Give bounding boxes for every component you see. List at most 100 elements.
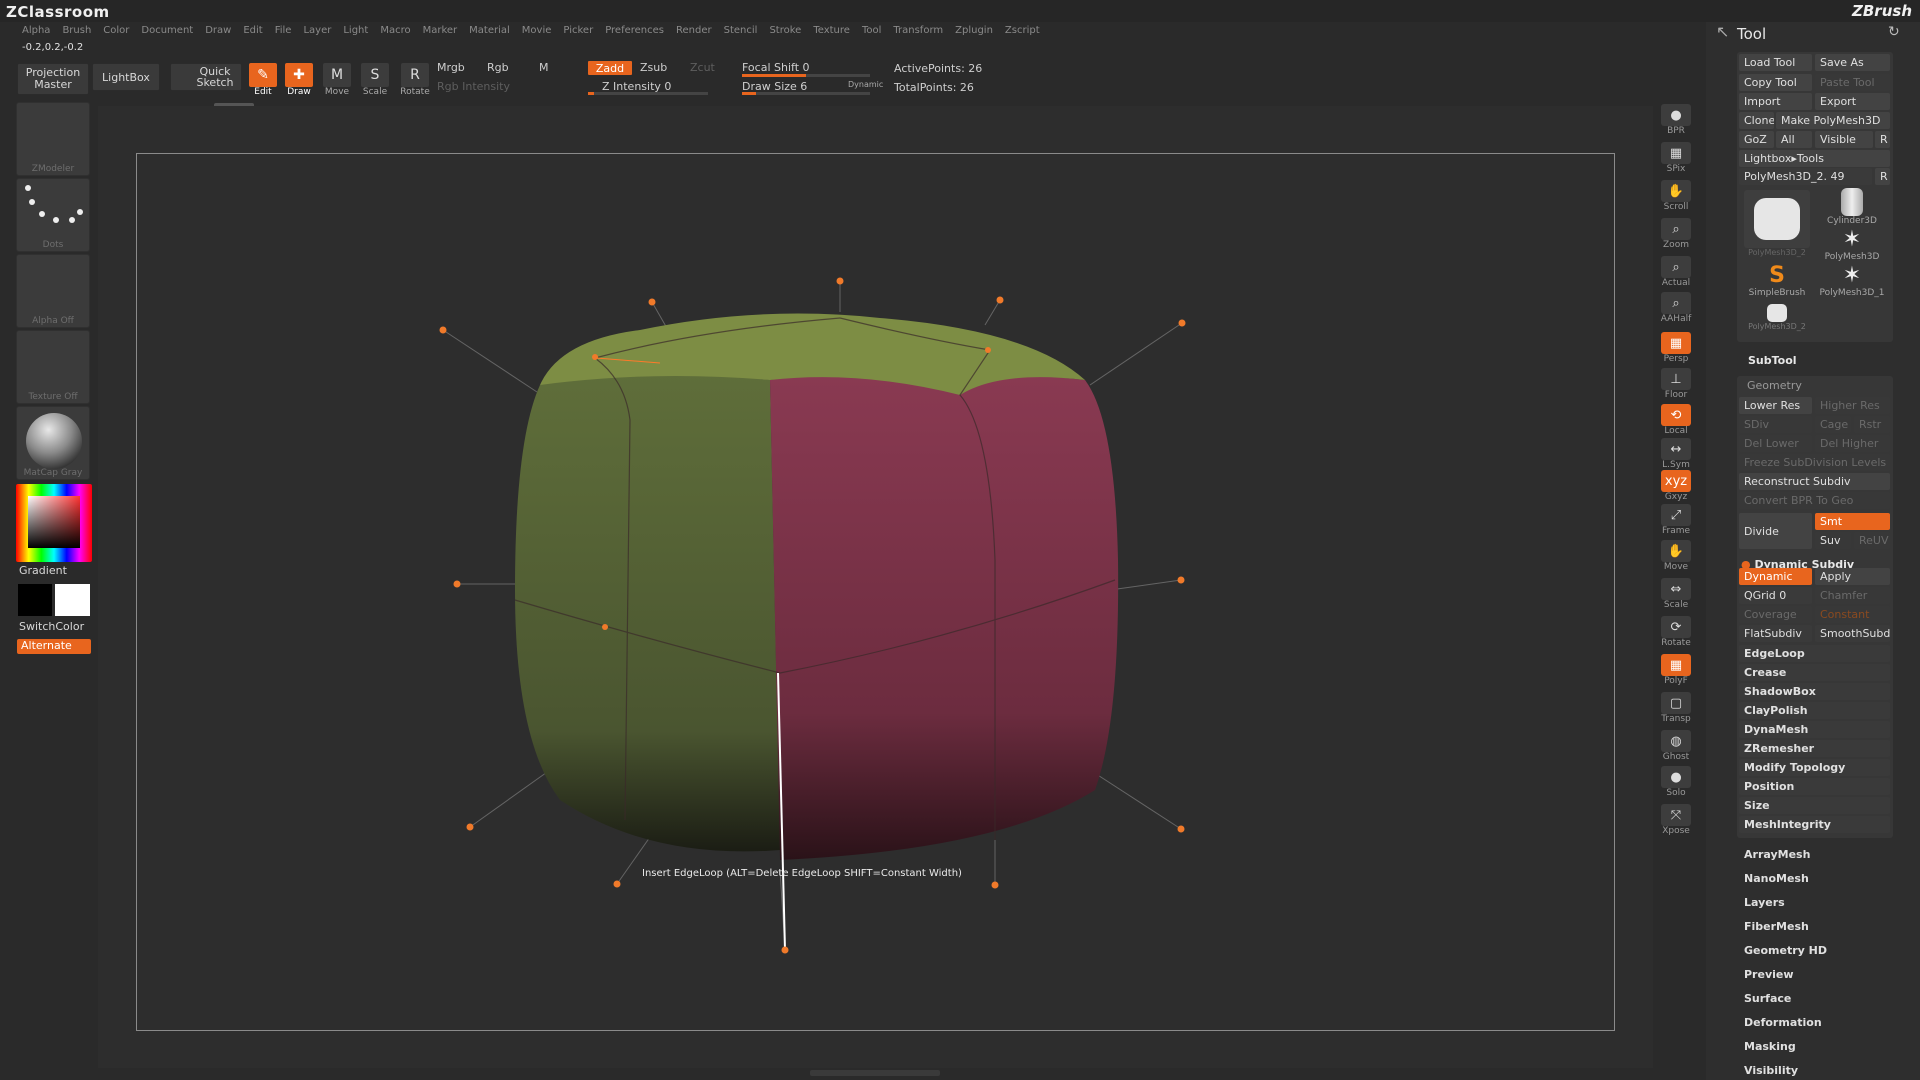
shelf-label: Zoom xyxy=(1663,240,1689,250)
tool-layers-menu[interactable]: Layers xyxy=(1744,896,1785,909)
bottom-tray-handle[interactable] xyxy=(810,1070,940,1076)
shelf-label: PolyF xyxy=(1664,676,1688,686)
rstr-button[interactable]: Rstr xyxy=(1854,416,1890,433)
tool-surface-menu[interactable]: Surface xyxy=(1744,992,1791,1005)
clone-button[interactable]: Clone xyxy=(1739,112,1774,129)
shelf-rotate-button[interactable]: ⟳ Rotate xyxy=(1658,616,1694,650)
geometry-dynamesh-menu[interactable]: DynaMesh xyxy=(1739,721,1890,738)
geometry-meshintegrity-menu[interactable]: MeshIntegrity xyxy=(1739,816,1890,833)
shelf-floor-button[interactable]: ⊥ Floor xyxy=(1658,368,1694,402)
shelf-ghost-button[interactable]: ◍ Ghost xyxy=(1658,730,1694,764)
del-lower-button[interactable]: Del Lower xyxy=(1739,435,1812,452)
apply-button[interactable]: Apply xyxy=(1815,568,1890,585)
shelf-scroll-button[interactable]: ✋ Scroll xyxy=(1658,180,1694,214)
export-button[interactable]: Export xyxy=(1815,93,1890,110)
star-icon: ✶ xyxy=(1842,227,1862,252)
tool-thumb-label: PolyMesh3D xyxy=(1824,252,1880,262)
higher-res-button[interactable]: Higher Res xyxy=(1815,397,1890,414)
refresh-icon[interactable]: ↻ xyxy=(1888,24,1900,40)
tool-thumb-polymesh3d-2[interactable]: PolyMesh3D_2 xyxy=(1741,190,1813,257)
goz-button[interactable]: GoZ xyxy=(1739,131,1774,148)
shelf-transp-button[interactable]: ▢ Transp xyxy=(1658,692,1694,726)
shelf-local-button[interactable]: ⟲ Local xyxy=(1658,404,1694,438)
shelf-move-button[interactable]: ✋ Move xyxy=(1658,540,1694,574)
tool-deformation-menu[interactable]: Deformation xyxy=(1744,1016,1822,1029)
shelf-actual-button[interactable]: ⌕ Actual xyxy=(1658,256,1694,290)
paste-tool-button[interactable]: Paste Tool xyxy=(1815,74,1890,91)
goz-all-button[interactable]: All xyxy=(1776,131,1812,148)
tool-thumb-cylinder3d[interactable]: Cylinder3D xyxy=(1815,188,1889,226)
geometry-shadowbox-menu[interactable]: ShadowBox xyxy=(1739,683,1890,700)
tool-thumb-polymesh3d-1[interactable]: ✶ PolyMesh3D_1 xyxy=(1815,264,1889,299)
suv-toggle[interactable]: Suv xyxy=(1815,532,1851,549)
reconstruct-subdiv-button[interactable]: Reconstruct Subdiv xyxy=(1739,473,1890,490)
import-button[interactable]: Import xyxy=(1739,93,1812,110)
qgrid-slider[interactable]: QGrid 0 xyxy=(1739,587,1812,604)
reuv-toggle[interactable]: ReUV xyxy=(1854,532,1890,549)
aahalf-icon: ⌕ xyxy=(1661,292,1691,314)
freeze-subdivision-button[interactable]: Freeze SubDivision Levels xyxy=(1739,454,1890,471)
subtool-menu[interactable]: SubTool xyxy=(1748,354,1797,367)
shelf-gxyz-button[interactable]: xyz Gxyz xyxy=(1658,470,1694,504)
tool-fibermesh-menu[interactable]: FiberMesh xyxy=(1744,920,1809,933)
shelf-lsym-button[interactable]: ↔ L.Sym xyxy=(1658,438,1694,472)
tool-thumb-simplebrush[interactable]: S SimpleBrush xyxy=(1741,264,1813,299)
copy-tool-button[interactable]: Copy Tool xyxy=(1739,74,1812,91)
geometry-edgeloop-menu[interactable]: EdgeLoop xyxy=(1739,645,1890,662)
geometry-claypolish-menu[interactable]: ClayPolish xyxy=(1739,702,1890,719)
goz-visible-button[interactable]: Visible xyxy=(1815,131,1873,148)
tool-visibility-menu[interactable]: Visibility xyxy=(1744,1064,1798,1077)
make-polymesh-button[interactable]: Make PolyMesh3D xyxy=(1776,112,1890,129)
cube-right-face[interactable] xyxy=(770,370,1119,860)
constant-slider[interactable]: Constant xyxy=(1815,606,1890,623)
shelf-spix-button[interactable]: ▦ SPix xyxy=(1658,142,1694,176)
shelf-aahalf-button[interactable]: ⌕ AAHalf xyxy=(1658,292,1694,326)
coverage-slider[interactable]: Coverage xyxy=(1739,606,1812,623)
scroll-icon: ✋ xyxy=(1661,180,1691,202)
shelf-label: Actual xyxy=(1661,278,1691,288)
shelf-scale-button[interactable]: ⇔ Scale xyxy=(1658,578,1694,612)
sdiv-slider[interactable]: SDiv xyxy=(1739,416,1812,433)
shelf-persp-button[interactable]: ▦ Persp xyxy=(1658,332,1694,366)
tool-geometry-hd-menu[interactable]: Geometry HD xyxy=(1744,944,1827,957)
current-tool-slider[interactable]: PolyMesh3D_2. 49 xyxy=(1739,168,1872,185)
shelf-bpr-button[interactable]: ● BPR xyxy=(1658,104,1694,138)
tool-nanomesh-menu[interactable]: NanoMesh xyxy=(1744,872,1809,885)
zoom-icon: ⌕ xyxy=(1661,218,1691,240)
tool-masking-menu[interactable]: Masking xyxy=(1744,1040,1796,1053)
geometry-modify-topology-menu[interactable]: Modify Topology xyxy=(1739,759,1890,776)
geometry-zremesher-menu[interactable]: ZRemesher xyxy=(1739,740,1890,757)
shelf-zoom-button[interactable]: ⌕ Zoom xyxy=(1658,218,1694,252)
actual-icon: ⌕ xyxy=(1661,256,1691,278)
back-arrow-icon[interactable]: ↖ xyxy=(1716,22,1729,41)
tool-palette-title: Tool xyxy=(1737,25,1767,43)
divide-button[interactable]: Divide xyxy=(1739,513,1812,549)
flat-subdiv-slider[interactable]: FlatSubdiv xyxy=(1739,625,1812,642)
geometry-position-menu[interactable]: Position xyxy=(1739,778,1890,795)
smt-toggle[interactable]: Smt xyxy=(1815,513,1890,530)
convert-bpr-button[interactable]: Convert BPR To Geo xyxy=(1739,492,1890,509)
tool-thumb-polymesh3d-2b[interactable]: PolyMesh3D_2 xyxy=(1741,304,1813,331)
goz-r-button[interactable]: R xyxy=(1875,131,1890,148)
load-tool-button[interactable]: Load Tool xyxy=(1739,54,1812,71)
geometry-crease-menu[interactable]: Crease xyxy=(1739,664,1890,681)
shelf-solo-button[interactable]: ● Solo xyxy=(1658,766,1694,800)
dynamic-toggle[interactable]: Dynamic xyxy=(1739,568,1812,585)
tool-thumb-polymesh3d[interactable]: ✶ PolyMesh3D xyxy=(1815,227,1889,263)
geometry-size-menu[interactable]: Size xyxy=(1739,797,1890,814)
save-as-button[interactable]: Save As xyxy=(1815,54,1890,71)
current-tool-r-button[interactable]: R xyxy=(1875,168,1890,185)
shelf-polyf-button[interactable]: ▦ PolyF xyxy=(1658,654,1694,688)
lightbox-tools-button[interactable]: Lightbox▸Tools xyxy=(1739,150,1890,167)
cube-mesh[interactable] xyxy=(0,0,1920,1080)
geometry-menu[interactable]: Geometry xyxy=(1747,379,1802,392)
cage-button[interactable]: Cage xyxy=(1815,416,1851,433)
lower-res-button[interactable]: Lower Res xyxy=(1739,397,1812,414)
smooth-subdiv-slider[interactable]: SmoothSubd xyxy=(1815,625,1890,642)
shelf-xpose-button[interactable]: ⤧ Xpose xyxy=(1658,804,1694,838)
del-higher-button[interactable]: Del Higher xyxy=(1815,435,1890,452)
tool-preview-menu[interactable]: Preview xyxy=(1744,968,1794,981)
tool-arraymesh-menu[interactable]: ArrayMesh xyxy=(1744,848,1810,861)
chamfer-toggle[interactable]: Chamfer xyxy=(1815,587,1890,604)
shelf-frame-button[interactable]: ⤢ Frame xyxy=(1658,504,1694,538)
